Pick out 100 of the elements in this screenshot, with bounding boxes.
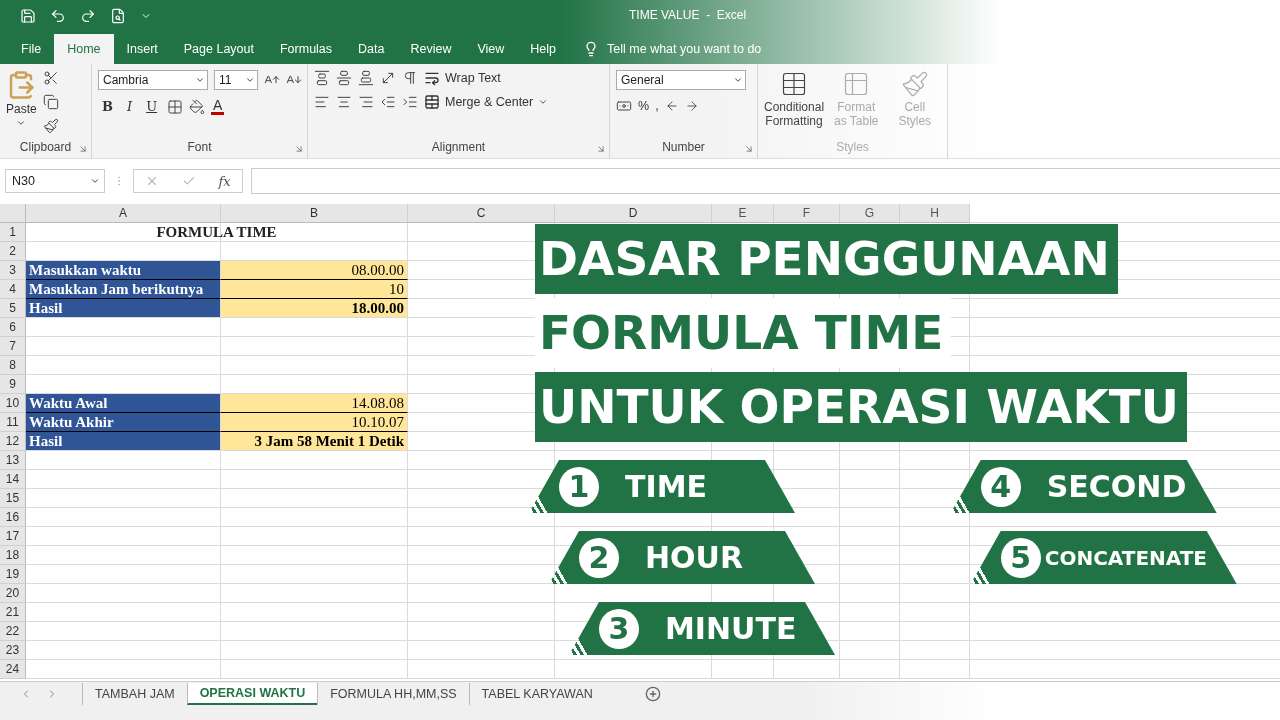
- dialog-launcher-icon[interactable]: [78, 144, 88, 154]
- row-number[interactable]: 4: [0, 280, 26, 299]
- row-number[interactable]: 14: [0, 470, 26, 489]
- undo-icon[interactable]: [50, 8, 66, 24]
- row-number[interactable]: 10: [0, 394, 26, 413]
- ribbon-tab[interactable]: Data: [345, 34, 398, 64]
- dialog-launcher-icon[interactable]: [596, 144, 606, 154]
- print-preview-icon[interactable]: [110, 8, 126, 24]
- sheet-tab[interactable]: TABEL KARYAWAN: [468, 682, 605, 705]
- badge-label: SECOND: [1046, 469, 1187, 504]
- column-header[interactable]: H: [900, 204, 970, 223]
- row-number[interactable]: 16: [0, 508, 26, 527]
- row-number[interactable]: 2: [0, 242, 26, 261]
- borders-icon[interactable]: [167, 98, 184, 115]
- italic-button[interactable]: I: [123, 99, 137, 114]
- font-color-button[interactable]: A: [211, 98, 225, 115]
- scissors-icon[interactable]: [42, 70, 59, 86]
- middle-align-icon[interactable]: [336, 70, 352, 86]
- number-format-field[interactable]: General: [616, 70, 746, 90]
- column-header[interactable]: C: [408, 204, 555, 223]
- bold-button[interactable]: B: [98, 99, 117, 114]
- underline-button[interactable]: U: [142, 99, 162, 114]
- comma-button[interactable]: ,: [655, 99, 659, 113]
- ribbon-tab[interactable]: View: [464, 34, 518, 64]
- font-size-field[interactable]: 11: [214, 70, 258, 90]
- save-icon[interactable]: [20, 8, 36, 24]
- row-number[interactable]: 17: [0, 527, 26, 546]
- copy-icon[interactable]: [42, 94, 59, 110]
- row-number[interactable]: 6: [0, 318, 26, 337]
- ribbon-tab[interactable]: Insert: [113, 34, 171, 64]
- table-cell: 10: [221, 280, 408, 299]
- format-painter-icon[interactable]: [42, 118, 59, 134]
- column-header[interactable]: F: [774, 204, 840, 223]
- row-number[interactable]: 9: [0, 375, 26, 394]
- row-number[interactable]: 11: [0, 413, 26, 432]
- column-header[interactable]: D: [555, 204, 712, 223]
- add-sheet-icon[interactable]: [644, 685, 661, 702]
- column-header[interactable]: A: [26, 204, 221, 223]
- row-number[interactable]: 1: [0, 223, 26, 242]
- row-number[interactable]: 24: [0, 660, 26, 679]
- ribbon-tab[interactable]: Formulas: [266, 34, 346, 64]
- row-number[interactable]: 23: [0, 641, 26, 660]
- currency-icon[interactable]: [616, 98, 632, 114]
- align-left-icon[interactable]: [314, 94, 330, 110]
- wrap-text-icon: [424, 70, 440, 86]
- sheet-tab[interactable]: TAMBAH JAM: [82, 682, 187, 705]
- ribbon-tab[interactable]: Page Layout: [170, 34, 267, 64]
- ribbon-tab[interactable]: Home: [54, 34, 114, 64]
- fill-color-icon[interactable]: [189, 98, 206, 115]
- column-header[interactable]: B: [221, 204, 408, 223]
- insert-function-button[interactable]: fx: [218, 173, 231, 189]
- row-number[interactable]: 3: [0, 261, 26, 280]
- row-number[interactable]: 20: [0, 584, 26, 603]
- sheet-tab[interactable]: OPERASI WAKTU: [186, 682, 318, 705]
- row-number[interactable]: 7: [0, 337, 26, 356]
- dialog-launcher-icon[interactable]: [744, 144, 754, 154]
- top-align-icon[interactable]: [314, 70, 330, 86]
- merge-cells-icon: [424, 94, 440, 110]
- dialog-launcher-icon[interactable]: [294, 144, 304, 154]
- row-number[interactable]: 21: [0, 603, 26, 622]
- row-number[interactable]: 15: [0, 489, 26, 508]
- styles-button[interactable]: Conditional Formatting: [764, 70, 825, 140]
- decrease-indent-icon[interactable]: [380, 94, 396, 110]
- formula-input[interactable]: [251, 168, 1280, 194]
- ribbon-tab[interactable]: Review: [397, 34, 465, 64]
- table-cell: Waktu Akhir: [26, 413, 221, 432]
- paste-button[interactable]: Paste: [6, 70, 37, 140]
- number-circle: 3: [599, 608, 639, 649]
- ribbon-tab[interactable]: File: [8, 34, 55, 64]
- row-number[interactable]: 22: [0, 622, 26, 641]
- percent-button[interactable]: %: [638, 99, 650, 113]
- row-number[interactable]: 19: [0, 565, 26, 584]
- increase-decimal-icon[interactable]: [664, 99, 679, 113]
- table-cell: 3 Jam 58 Menit 1 Detik: [221, 432, 408, 451]
- decrease-decimal-icon[interactable]: [684, 99, 699, 113]
- name-box[interactable]: N30: [5, 169, 105, 193]
- row-number[interactable]: 5: [0, 299, 26, 318]
- align-right-icon[interactable]: [358, 94, 374, 110]
- badge-label: TIME: [625, 469, 707, 504]
- sheet-tab[interactable]: FORMULA HH,MM,SS: [317, 682, 469, 705]
- wrap-text-button[interactable]: Wrap Text: [424, 70, 501, 86]
- badge-label: HOUR: [645, 540, 744, 575]
- tell-me-search[interactable]: Tell me what you want to do: [583, 34, 762, 64]
- ribbon-tab[interactable]: Help: [517, 34, 570, 64]
- column-header[interactable]: E: [712, 204, 774, 223]
- column-header[interactable]: G: [840, 204, 900, 223]
- merge-center-button[interactable]: Merge & Center: [424, 94, 549, 110]
- group-label: Number: [662, 140, 705, 156]
- row-number[interactable]: 12: [0, 432, 26, 451]
- redo-icon[interactable]: [80, 8, 96, 24]
- row-number[interactable]: 13: [0, 451, 26, 470]
- table-cell: Hasil: [26, 432, 221, 451]
- row-number[interactable]: 8: [0, 356, 26, 375]
- increase-indent-icon[interactable]: [402, 94, 418, 110]
- align-center-icon[interactable]: [336, 94, 352, 110]
- table-cell: 18.00.00: [221, 299, 408, 318]
- font-name-field[interactable]: Cambria: [98, 70, 208, 90]
- table-cell: Masukkan waktu: [26, 261, 221, 280]
- row-number[interactable]: 18: [0, 546, 26, 565]
- bottom-align-icon[interactable]: [358, 70, 374, 86]
